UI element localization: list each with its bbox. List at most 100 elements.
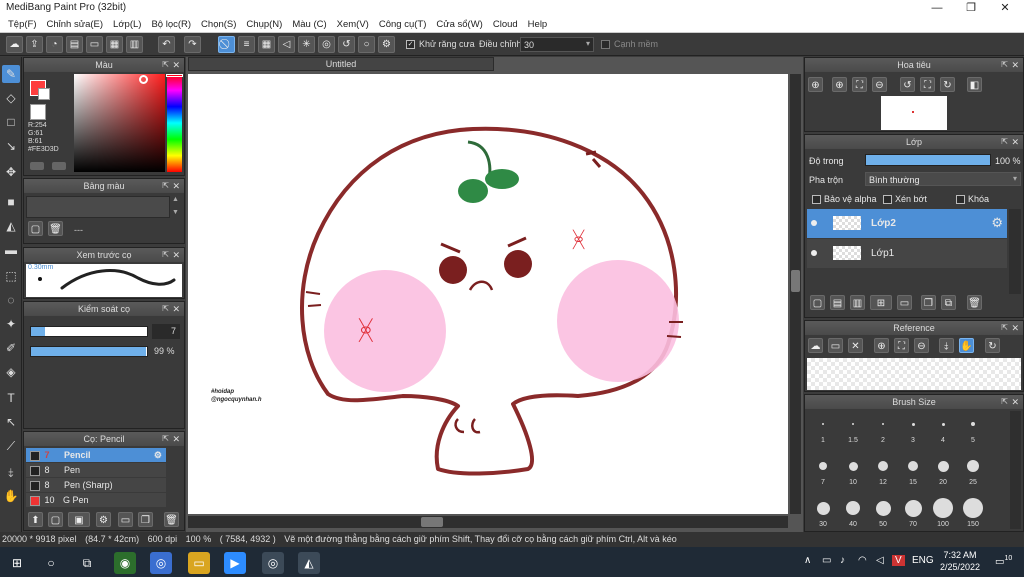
- brush-size-option[interactable]: 25: [959, 455, 987, 486]
- snap-radial-icon[interactable]: ✳: [298, 36, 315, 53]
- duplicate-layer-icon[interactable]: ❐: [921, 295, 936, 310]
- close-icon[interactable]: ✕: [172, 179, 180, 193]
- eraser-icon[interactable]: ◇: [2, 89, 20, 107]
- add-brush-icon[interactable]: ⬆: [28, 512, 43, 527]
- close-icon[interactable]: ✕: [172, 248, 180, 262]
- divide-icon[interactable]: ⟋: [2, 437, 20, 455]
- add-layer-menu-icon[interactable]: ⊞: [870, 295, 892, 310]
- brush-menu-icon[interactable]: ▣: [68, 512, 90, 527]
- snap-circle-icon[interactable]: ◎: [318, 36, 335, 53]
- open-folder-icon[interactable]: ▭: [828, 338, 843, 353]
- page-icon[interactable]: ▭: [86, 36, 103, 53]
- lock-checkbox[interactable]: [956, 195, 965, 204]
- brush-size-option[interactable]: 5: [959, 413, 987, 444]
- menu-help[interactable]: Help: [523, 17, 553, 32]
- vertical-scrollbar[interactable]: [790, 74, 801, 514]
- popout-icon[interactable]: ⇱: [1001, 58, 1008, 72]
- close-icon[interactable]: ✕: [1011, 321, 1019, 335]
- brush-size-option[interactable]: 2: [869, 413, 897, 444]
- popout-icon[interactable]: ⇱: [162, 58, 169, 72]
- comic-icon[interactable]: ▤: [66, 36, 83, 53]
- dot-icon[interactable]: □: [2, 113, 20, 131]
- close-icon[interactable]: ✕: [172, 302, 180, 316]
- secondary-color-swatch[interactable]: [38, 88, 50, 100]
- wifi-icon[interactable]: ◠: [858, 555, 867, 566]
- undo-icon[interactable]: ↶: [158, 36, 175, 53]
- operation-icon[interactable]: ↖: [2, 413, 20, 431]
- reference-canvas[interactable]: [807, 358, 1021, 390]
- horizontal-scrollbar[interactable]: [188, 516, 788, 528]
- layer-opacity-slider[interactable]: [865, 154, 991, 166]
- rotate-right-icon[interactable]: ↻: [940, 77, 955, 92]
- menu-file[interactable]: Tệp(F): [3, 17, 42, 32]
- popout-icon[interactable]: ⇱: [162, 432, 169, 446]
- rotate-left-icon[interactable]: ↺: [900, 77, 915, 92]
- brush-size-option[interactable]: 20: [929, 455, 957, 486]
- new-brush-icon[interactable]: ▢: [48, 512, 63, 527]
- select-pen-icon[interactable]: ✐: [2, 339, 20, 357]
- close-icon[interactable]: ✕: [172, 58, 180, 72]
- task-view-icon[interactable]: ⧉: [76, 552, 98, 574]
- adjust-input[interactable]: 30 ▾: [520, 37, 594, 52]
- file-explorer-icon[interactable]: ▭: [188, 552, 210, 574]
- snap-settings-icon[interactable]: ⚙: [378, 36, 395, 53]
- menu-color[interactable]: Màu (C): [287, 17, 331, 32]
- close-icon[interactable]: ✕: [1011, 395, 1019, 409]
- gradient-icon[interactable]: ▬: [2, 241, 20, 259]
- menu-select[interactable]: Chọn(S): [196, 17, 241, 32]
- snap-ellipse-icon[interactable]: ○: [358, 36, 375, 53]
- zoom-in-icon[interactable]: ⊕: [808, 77, 823, 92]
- antialias-checkbox[interactable]: ✓: [406, 40, 415, 49]
- folder-icon[interactable]: ▭: [118, 512, 133, 527]
- close-button[interactable]: ✕: [988, 0, 1022, 17]
- snap-off-icon[interactable]: ⃠: [218, 36, 235, 53]
- brush-size-option[interactable]: 50: [869, 497, 897, 528]
- brush-size-input[interactable]: 7: [152, 324, 180, 339]
- color-eyedrop-icon[interactable]: [52, 162, 66, 170]
- close-icon[interactable]: ✕: [1011, 58, 1019, 72]
- menu-filter[interactable]: Bộ lọc(R): [146, 17, 196, 32]
- eyedropper-icon[interactable]: ⤈: [2, 463, 20, 481]
- brush-size-option[interactable]: 12: [869, 455, 897, 486]
- brush-size-option[interactable]: 10: [839, 455, 867, 486]
- eyedropper-icon[interactable]: ⤈: [939, 338, 954, 353]
- chrome-active-icon[interactable]: ◎: [262, 552, 284, 574]
- brush-size-option[interactable]: 100: [929, 497, 957, 528]
- chrome-icon[interactable]: ◎: [150, 552, 172, 574]
- trash-icon[interactable]: 🗑: [48, 221, 63, 236]
- chevron-up-icon[interactable]: ▲: [172, 196, 179, 203]
- zoom-app-icon[interactable]: ▶: [224, 552, 246, 574]
- cloud-icon[interactable]: ☁: [6, 36, 23, 53]
- gear-icon[interactable]: ⚙: [154, 448, 162, 462]
- popout-icon[interactable]: ⇱: [1001, 395, 1008, 409]
- popout-icon[interactable]: ⇱: [162, 248, 169, 262]
- menu-tools[interactable]: Công cụ(T): [374, 17, 432, 32]
- select-rect-icon[interactable]: ⬚: [2, 267, 20, 285]
- trash-icon[interactable]: 🗑: [164, 512, 179, 527]
- copy-icon[interactable]: ❐: [138, 512, 153, 527]
- close-reference-icon[interactable]: ✕: [848, 338, 863, 353]
- merge-layer-icon[interactable]: ⧉: [941, 295, 956, 310]
- brush-size-option[interactable]: 30: [809, 497, 837, 528]
- soft-edge-checkbox[interactable]: [601, 40, 610, 49]
- brush-size-option[interactable]: 150: [959, 497, 987, 528]
- zoom-in-alt-icon[interactable]: ⊕: [832, 77, 847, 92]
- bucket-icon[interactable]: ◭: [2, 217, 20, 235]
- menu-layer[interactable]: Lớp(L): [108, 17, 146, 32]
- gear-icon[interactable]: ⚙: [991, 215, 1003, 231]
- trash-icon[interactable]: 🗑: [967, 295, 982, 310]
- brush-size-slider[interactable]: [30, 326, 148, 337]
- brush-icon[interactable]: ✎: [2, 65, 20, 83]
- flip-icon[interactable]: ◧: [967, 77, 982, 92]
- brush-size-option[interactable]: 3: [899, 413, 927, 444]
- close-icon[interactable]: ✕: [172, 432, 180, 446]
- color-sv-picker[interactable]: [74, 74, 165, 172]
- layer-scrollbar[interactable]: [1009, 209, 1021, 294]
- palette-swatch-area[interactable]: [26, 196, 170, 218]
- text-icon[interactable]: T: [2, 389, 20, 407]
- layer-row-1[interactable]: Lớp1: [807, 239, 1007, 268]
- comment-icon[interactable]: ◔: [46, 36, 63, 53]
- brush-size-option[interactable]: 70: [899, 497, 927, 528]
- layer-row-2[interactable]: Lớp2 ⚙: [807, 209, 1007, 238]
- zoom-out-icon[interactable]: ⊖: [914, 338, 929, 353]
